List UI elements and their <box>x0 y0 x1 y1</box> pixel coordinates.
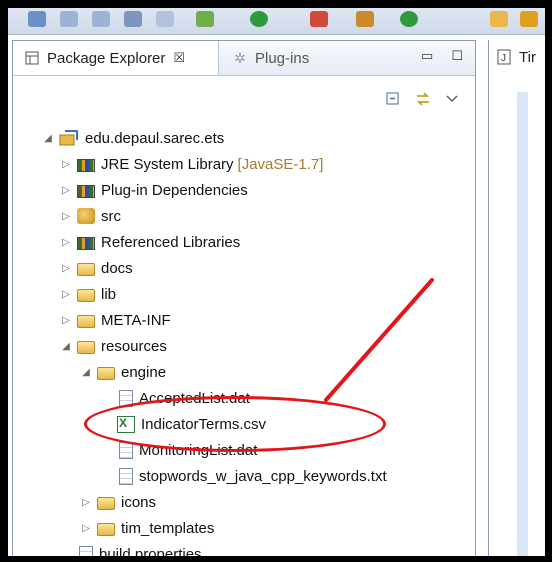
tree-item-label: edu.depaul.sarec.ets <box>85 129 225 147</box>
expanded-arrow-icon[interactable]: ◢ <box>59 341 73 352</box>
jre-version-decoration: [JavaSE-1.7] <box>237 155 324 173</box>
link-with-editor-icon[interactable] <box>415 91 431 107</box>
toolbar-button-icon[interactable] <box>92 11 110 27</box>
tree-item-label: build.properties <box>99 545 202 557</box>
tab-package-explorer[interactable]: Package Explorer ☒ <box>13 41 219 75</box>
folder-open-icon <box>77 340 95 354</box>
main-toolbar <box>8 8 545 35</box>
view-window-controls: ▭ ☐ <box>421 48 463 64</box>
collapsed-arrow-icon[interactable]: ▷ <box>59 237 73 248</box>
tree-item-label: Plug-in Dependencies <box>101 181 248 199</box>
new-wizard-icon[interactable] <box>310 11 328 27</box>
collapsed-arrow-icon[interactable]: ▷ <box>79 497 93 508</box>
tree-item-label: tim_templates <box>121 519 215 537</box>
library-icon <box>77 184 95 198</box>
view-tab-bar: Package Explorer ☒ ✲ Plug-ins ▭ ☐ <box>13 41 475 76</box>
run-icon[interactable] <box>250 11 268 27</box>
editor-panel: J Tir <box>488 40 545 556</box>
folder-icon <box>77 288 95 302</box>
tree-item-label: META-INF <box>101 311 171 329</box>
new-package-icon[interactable] <box>356 11 374 27</box>
editor-tab[interactable]: J Tir <box>495 48 536 66</box>
library-icon <box>77 236 95 250</box>
folder-icon <box>97 496 115 510</box>
collapsed-arrow-icon[interactable]: ▷ <box>59 185 73 196</box>
folder-icon <box>97 522 115 536</box>
java-file-icon: J <box>495 48 513 66</box>
tree-item-tim-templates[interactable]: ▷ tim_templates <box>79 515 214 541</box>
collapsed-arrow-icon[interactable]: ▷ <box>59 289 73 300</box>
view-menu-icon[interactable] <box>445 91 461 107</box>
tree-item-icons[interactable]: ▷ icons <box>79 489 156 515</box>
package-explorer-panel: Package Explorer ☒ ✲ Plug-ins ▭ ☐ ◢ edu.… <box>12 40 476 556</box>
open-folder-icon[interactable] <box>490 11 508 27</box>
toolbar-button-icon[interactable] <box>60 11 78 27</box>
library-icon <box>77 158 95 172</box>
annotation-highlight-ellipse <box>84 396 386 452</box>
close-tab-icon[interactable]: ☒ <box>173 50 185 66</box>
plugin-project-icon <box>59 130 79 146</box>
editor-ruler <box>517 92 528 556</box>
tree-item-label: JRE System Library <box>101 155 234 173</box>
minimize-icon[interactable]: ▭ <box>421 48 433 64</box>
maximize-icon[interactable]: ☐ <box>451 48 463 64</box>
tree-item-docs[interactable]: ▷ docs <box>59 255 133 281</box>
tab-label: Plug-ins <box>255 49 310 67</box>
eclipse-window: Package Explorer ☒ ✲ Plug-ins ▭ ☐ ◢ edu.… <box>8 8 545 556</box>
tab-plugins[interactable]: ✲ Plug-ins <box>221 41 351 75</box>
toolbar-button-icon[interactable] <box>124 11 142 27</box>
collapsed-arrow-icon[interactable]: ▷ <box>59 211 73 222</box>
tree-item-project[interactable]: ◢ edu.depaul.sarec.ets <box>41 125 224 151</box>
folder-icon <box>77 314 95 328</box>
collapse-all-icon[interactable] <box>385 91 401 107</box>
package-icon <box>77 208 95 224</box>
folder-open-icon <box>97 366 115 380</box>
run-config-icon[interactable] <box>400 11 418 27</box>
tree-item-src[interactable]: ▷ src <box>59 203 121 229</box>
tab-label: Package Explorer <box>47 49 166 67</box>
folder-icon <box>77 262 95 276</box>
package-explorer-icon <box>23 49 41 67</box>
toolbar-button-icon[interactable] <box>28 11 46 27</box>
debug-icon[interactable] <box>196 11 214 27</box>
plugins-icon: ✲ <box>234 49 246 66</box>
tree-item-label: Referenced Libraries <box>101 233 241 251</box>
editor-tab-label: Tir <box>519 48 536 66</box>
tree-item-label: engine <box>121 363 167 381</box>
tree-item-label: resources <box>101 337 167 355</box>
expanded-arrow-icon[interactable]: ◢ <box>41 133 55 144</box>
search-icon[interactable] <box>156 11 174 27</box>
view-toolbar <box>385 91 461 107</box>
tree-item-label: lib <box>101 285 117 303</box>
tree-item-jre-library[interactable]: ▷ JRE System Library [JavaSE-1.7] <box>59 151 323 177</box>
tree-item-label: src <box>101 207 121 225</box>
tree-item-referenced-libraries[interactable]: ▷ Referenced Libraries <box>59 229 240 255</box>
expanded-arrow-icon[interactable]: ◢ <box>79 367 93 378</box>
tree-item-resources[interactable]: ◢ resources <box>59 333 167 359</box>
file-icon <box>119 467 133 485</box>
collapsed-arrow-icon[interactable]: ▷ <box>59 159 73 170</box>
tree-item-label: icons <box>121 493 157 511</box>
tree-item-stopwords[interactable]: stopwords_w_java_cpp_keywords.txt <box>99 463 387 489</box>
tree-item-label: docs <box>101 259 133 277</box>
collapsed-arrow-icon[interactable]: ▷ <box>79 523 93 534</box>
tree-item-plugin-dependencies[interactable]: ▷ Plug-in Dependencies <box>59 177 248 203</box>
svg-text:J: J <box>501 53 506 64</box>
tree-item-engine[interactable]: ◢ engine <box>79 359 166 385</box>
tree-item-lib[interactable]: ▷ lib <box>59 281 116 307</box>
tree-item-build-properties[interactable]: build.properties <box>77 541 202 556</box>
tree-item-label: stopwords_w_java_cpp_keywords.txt <box>139 467 387 485</box>
file-icon <box>79 545 93 556</box>
warning-icon[interactable] <box>520 11 538 27</box>
collapsed-arrow-icon[interactable]: ▷ <box>59 315 73 326</box>
collapsed-arrow-icon[interactable]: ▷ <box>59 263 73 274</box>
tree-item-meta-inf[interactable]: ▷ META-INF <box>59 307 171 333</box>
